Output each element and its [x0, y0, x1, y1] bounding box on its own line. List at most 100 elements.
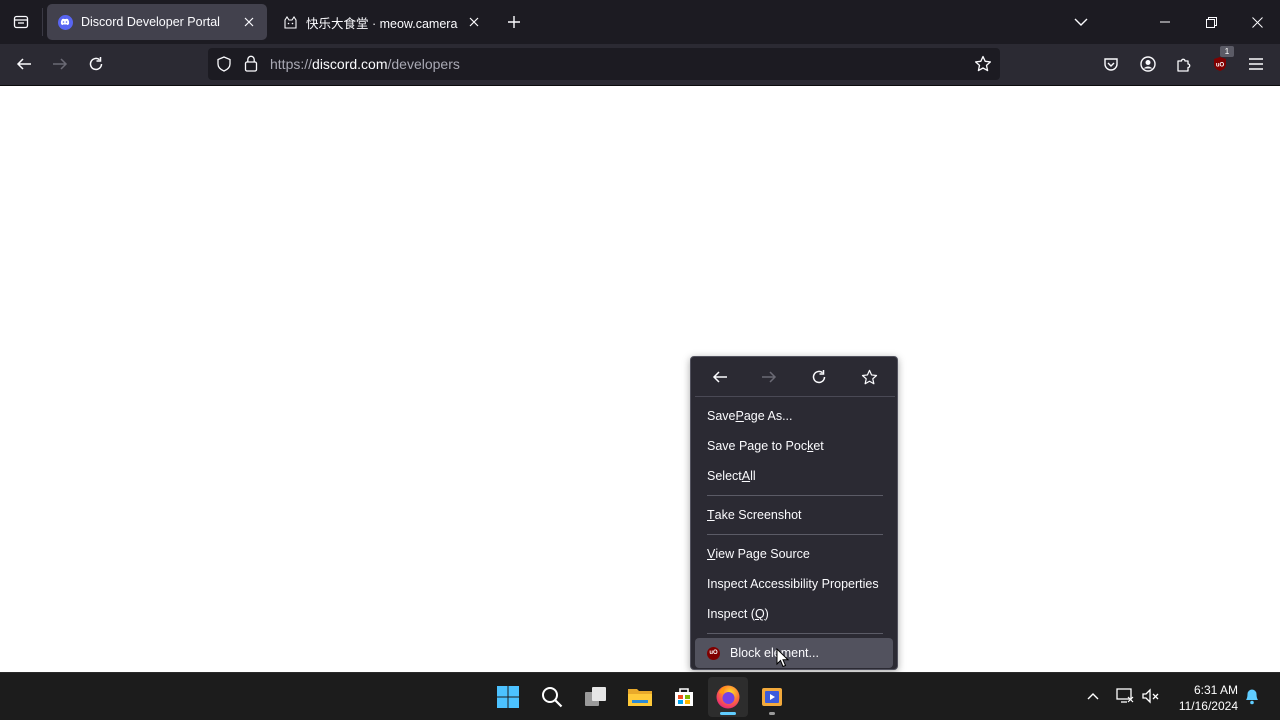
start-button[interactable]: [488, 677, 528, 717]
close-icon: [244, 17, 254, 27]
media-player-button[interactable]: [752, 677, 792, 717]
taskbar-search-button[interactable]: [532, 677, 572, 717]
firefox-icon: [716, 685, 740, 709]
tab-discord-developer-portal[interactable]: Discord Developer Portal: [47, 4, 267, 40]
menu-item-block-element[interactable]: uO Block element...: [695, 638, 893, 668]
tab-title: Discord Developer Portal: [81, 15, 220, 29]
windows-start-icon: [497, 686, 519, 708]
close-icon: [469, 17, 479, 27]
clock-date: 11/16/2024: [1178, 699, 1238, 713]
account-icon: [1140, 56, 1156, 72]
task-view-icon: [585, 687, 606, 706]
tab-strip: Discord Developer Portal 快乐大食堂 · meow.ca…: [0, 0, 1280, 44]
network-icon: [1116, 688, 1134, 703]
search-icon: [542, 687, 563, 708]
running-app-indicator: [769, 712, 775, 715]
url-text[interactable]: https://discord.com/developers: [270, 56, 460, 72]
firefox-taskbar-button[interactable]: [708, 677, 748, 717]
url-bar[interactable]: https://discord.com/developers: [208, 48, 1000, 80]
account-button[interactable]: [1132, 48, 1164, 80]
restore-button[interactable]: [1188, 0, 1234, 44]
menu-item-inspect[interactable]: Inspect (Q): [695, 599, 893, 629]
network-status-button[interactable]: [1114, 685, 1136, 707]
volume-button[interactable]: [1140, 685, 1162, 707]
extensions-button[interactable]: [1168, 48, 1200, 80]
system-clock[interactable]: 6:31 AM 11/16/2024: [1179, 682, 1238, 714]
bookmark-star-icon[interactable]: [974, 55, 992, 76]
menu-item-select-all[interactable]: Select All: [695, 461, 893, 491]
menu-separator: [707, 495, 883, 496]
menu-separator: [695, 396, 895, 397]
firefox-view-icon: [13, 15, 29, 29]
ublock-origin-button[interactable]: uO 1: [1204, 46, 1236, 80]
context-back-button[interactable]: [702, 363, 738, 391]
tracking-protection-shield-icon[interactable]: [216, 56, 232, 75]
lock-icon[interactable]: [244, 55, 258, 75]
list-all-tabs-button[interactable]: [1066, 8, 1096, 36]
media-player-icon: [762, 688, 782, 706]
cat-icon: [283, 15, 297, 29]
pocket-button[interactable]: [1095, 48, 1127, 80]
mouse-cursor-icon: [776, 648, 790, 668]
back-arrow-icon: [712, 371, 727, 383]
minimize-button[interactable]: [1142, 0, 1188, 44]
microsoft-store-button[interactable]: [664, 677, 704, 717]
forward-button[interactable]: [44, 48, 76, 80]
menu-separator: [707, 534, 883, 535]
plus-icon: [508, 16, 520, 28]
extension-badge: 1: [1220, 46, 1234, 57]
context-forward-button[interactable]: [751, 363, 787, 391]
pocket-icon: [1104, 58, 1118, 71]
app-menu-button[interactable]: [1240, 48, 1272, 80]
tab-close-button[interactable]: [466, 14, 482, 30]
svg-text:uO: uO: [1216, 63, 1225, 69]
menu-item-take-screenshot[interactable]: Take Screenshot: [695, 500, 893, 530]
chevron-up-icon: [1087, 693, 1099, 700]
firefox-view-button[interactable]: [0, 0, 42, 44]
tab-meow-camera[interactable]: 快乐大食堂 · meow.camera: [272, 4, 492, 40]
reload-icon: [89, 57, 103, 71]
back-button[interactable]: [8, 48, 40, 80]
tab-title: 快乐大食堂 · meow.camera: [306, 16, 458, 31]
show-hidden-icons-button[interactable]: [1082, 685, 1104, 707]
menu-separator: [707, 633, 883, 634]
forward-arrow-icon: [53, 58, 68, 70]
window-close-button[interactable]: [1234, 0, 1280, 44]
file-explorer-button[interactable]: [620, 677, 660, 717]
context-reload-button[interactable]: [801, 363, 837, 391]
notifications-button[interactable]: [1241, 685, 1263, 707]
new-tab-button[interactable]: [500, 8, 528, 36]
reload-button[interactable]: [80, 48, 112, 80]
bookmark-star-icon: [861, 369, 877, 384]
taskbar: 6:31 AM 11/16/2024: [0, 672, 1280, 720]
chevron-down-icon: [1074, 18, 1088, 26]
menu-item-view-page-source[interactable]: View Page Source: [695, 539, 893, 569]
ublock-origin-icon: uO: [707, 646, 720, 660]
close-icon: [1251, 16, 1263, 28]
speaker-muted-icon: [1142, 688, 1159, 704]
store-icon: [675, 688, 693, 706]
folder-icon: [628, 689, 652, 706]
tab-close-button[interactable]: [241, 14, 257, 30]
context-bookmark-button[interactable]: [851, 363, 887, 391]
tab-divider: [42, 8, 43, 36]
active-app-indicator: [720, 712, 736, 715]
page-content[interactable]: [0, 86, 1280, 672]
ublock-origin-icon: uO: [1214, 57, 1226, 71]
hamburger-menu-icon: [1249, 58, 1263, 70]
reload-icon: [812, 370, 826, 384]
discord-favicon: [57, 14, 73, 30]
context-menu: Save Page As... Save Page to Poc k et Sele…: [690, 356, 898, 670]
bell-icon: [1246, 689, 1258, 705]
forward-arrow-icon: [762, 371, 777, 383]
minimize-icon: [1160, 21, 1170, 23]
cat-favicon: [282, 14, 298, 30]
task-view-button[interactable]: [576, 677, 616, 717]
back-arrow-icon: [16, 58, 31, 70]
menu-item-save-page-as[interactable]: Save Page As...: [695, 401, 893, 431]
navigation-toolbar: https://discord.com/developers uO 1: [0, 44, 1280, 86]
menu-item-inspect-accessibility[interactable]: Inspect Accessibility Properties: [695, 569, 893, 599]
discord-logo-icon: [60, 18, 70, 26]
puzzle-icon: [1177, 58, 1191, 72]
menu-item-save-page-to-pocket[interactable]: Save Page to Poc k et: [695, 431, 893, 461]
